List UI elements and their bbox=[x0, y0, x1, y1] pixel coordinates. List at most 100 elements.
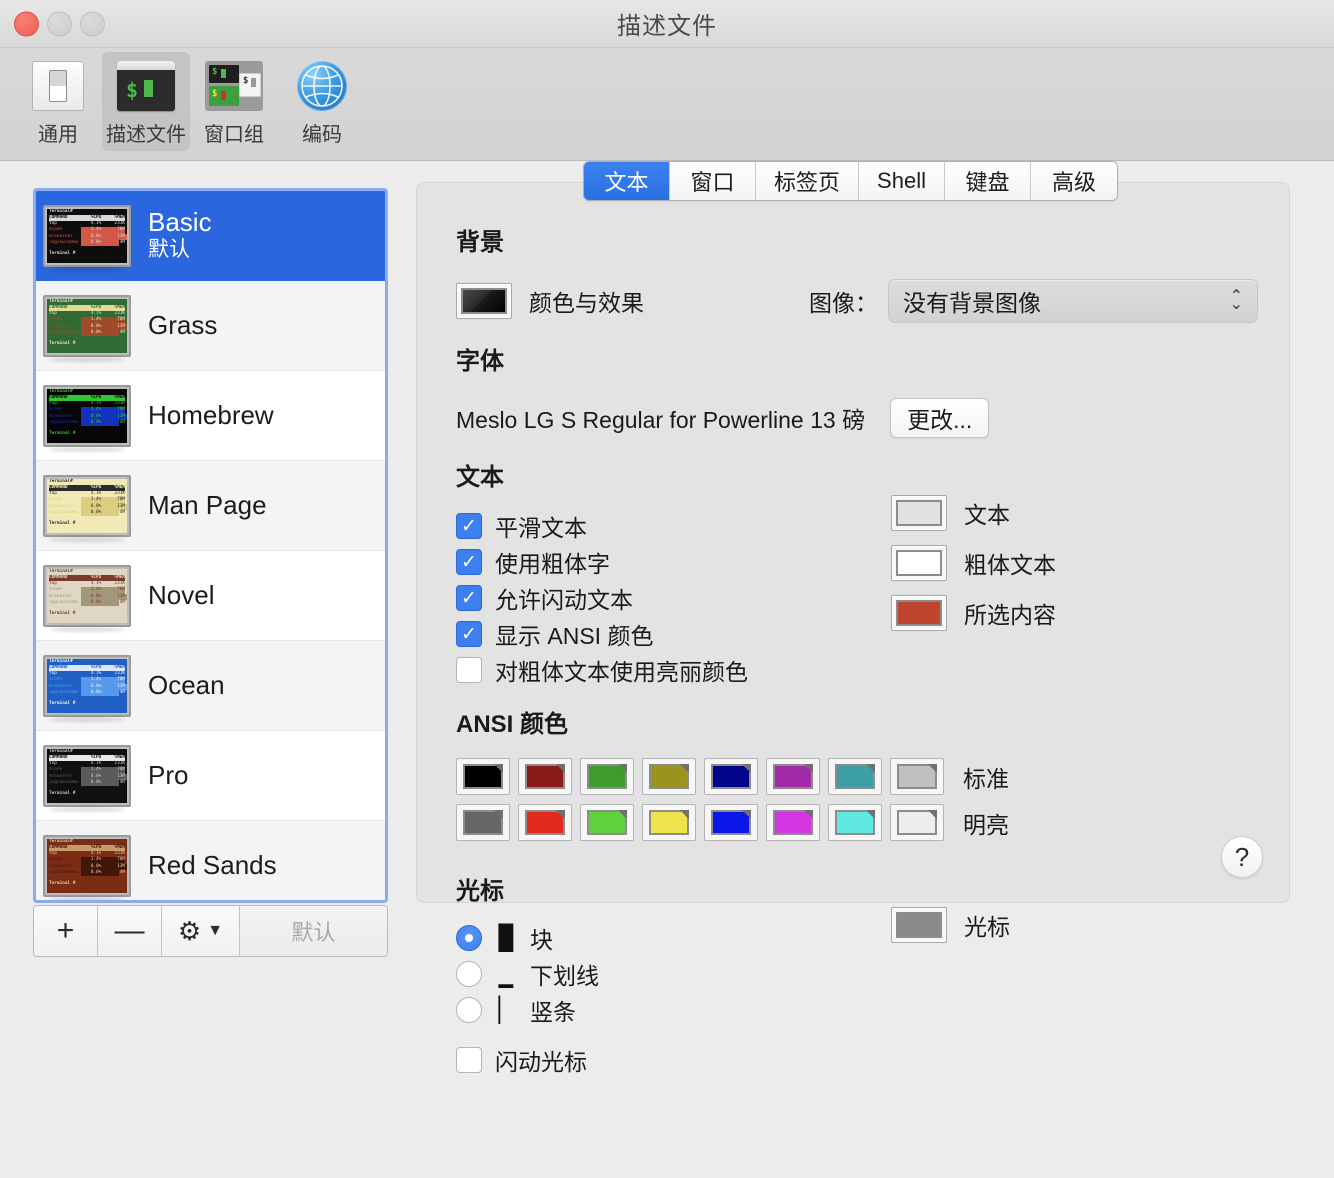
text-option-checkbox[interactable] bbox=[456, 657, 482, 683]
thumbnail-cell: 0.0% bbox=[90, 239, 102, 245]
toolbar-item-profiles[interactable]: $ 描述文件 bbox=[102, 52, 190, 151]
text-section-title: 文本 bbox=[456, 464, 504, 491]
ansi-normal-swatch[interactable] bbox=[828, 758, 882, 795]
profile-list[interactable]: Terminal# COMMAND %CPU %MEM top 4.1% 231K Xcode… bbox=[33, 188, 388, 903]
cursor-option-row[interactable]: ▏ 竖条 bbox=[456, 992, 599, 1028]
color-chip bbox=[897, 810, 937, 835]
background-image-popup[interactable]: 没有背景图像 ⌃ ⌄ bbox=[888, 279, 1258, 323]
ansi-normal-swatch[interactable] bbox=[766, 758, 820, 795]
minimize-button[interactable] bbox=[47, 11, 72, 36]
profile-name-column: Red Sands bbox=[148, 851, 277, 880]
text-color-well[interactable] bbox=[891, 595, 947, 631]
toolbar-item-label: 编码 bbox=[302, 124, 342, 146]
help-button[interactable]: ? bbox=[1221, 836, 1263, 878]
profile-list-item[interactable]: Terminal# COMMAND %CPU %MEM top 4.1% 231K Xcode… bbox=[36, 371, 385, 461]
cursor-option-radio[interactable] bbox=[456, 997, 482, 1023]
close-button[interactable] bbox=[14, 11, 39, 36]
ansi-bright-swatch[interactable] bbox=[766, 804, 820, 841]
zoom-button[interactable] bbox=[80, 11, 105, 36]
cursor-option-radio[interactable] bbox=[456, 961, 482, 987]
ansi-bright-swatch[interactable] bbox=[704, 804, 758, 841]
profile-list-item[interactable]: Terminal# COMMAND %CPU %MEM top 4.1% 231K Xcode… bbox=[36, 191, 385, 281]
ansi-normal-swatch[interactable] bbox=[518, 758, 572, 795]
background-color-well[interactable] bbox=[456, 283, 512, 319]
cursor-radio-group: █ 块 ▁ 下划线 ▏ 竖条 bbox=[456, 920, 599, 1028]
remove-profile-button[interactable]: — bbox=[98, 906, 162, 956]
text-option-checkbox[interactable] bbox=[456, 549, 482, 575]
text-section: 文本 平滑文本使用粗体字允许闪动文本显示 ANSI 颜色对粗体文本使用亮丽颜色 bbox=[456, 457, 748, 688]
profile-list-item[interactable]: Terminal# COMMAND %CPU %MEM top 4.1% 231K Xcode… bbox=[36, 731, 385, 821]
ansi-bright-swatch[interactable] bbox=[580, 804, 634, 841]
text-color-well[interactable] bbox=[891, 545, 947, 581]
tab-label: 文本 bbox=[604, 170, 649, 195]
thumbnail-row: loginwindow 0.0% 4M bbox=[47, 329, 127, 337]
add-profile-button[interactable]: + bbox=[34, 906, 98, 956]
profile-list-toolbar: + — ⚙ ▼ 默认 bbox=[33, 905, 388, 957]
cursor-blink-row[interactable]: 闪动光标 bbox=[456, 1042, 599, 1078]
profile-thumbnail: Terminal# COMMAND %CPU %MEM top 4.1% 231K Xcode… bbox=[43, 294, 131, 362]
text-option-row[interactable]: 允许闪动文本 bbox=[456, 580, 748, 616]
tab-1[interactable]: 文本 bbox=[584, 162, 670, 200]
thumbnail-prompt-bottom: Terminal # bbox=[49, 521, 76, 527]
text-option-checkbox[interactable] bbox=[456, 621, 482, 647]
profile-thumbnail: Terminal# COMMAND %CPU %MEM top 4.1% 231K Xcode… bbox=[43, 384, 131, 452]
ansi-normal-swatch[interactable] bbox=[704, 758, 758, 795]
tab-3[interactable]: 标签页 bbox=[756, 162, 860, 200]
ansi-normal-swatch[interactable] bbox=[642, 758, 696, 795]
ansi-bright-swatch[interactable] bbox=[828, 804, 882, 841]
ansi-bright-swatch[interactable] bbox=[642, 804, 696, 841]
profile-list-item[interactable]: Terminal# COMMAND %CPU %MEM top 4.1% 231K Xcode… bbox=[36, 821, 385, 900]
thumbnail-row: loginwindow 0.0% 4M bbox=[47, 689, 127, 697]
ansi-section: ANSI 颜色 标准 明亮 bbox=[456, 704, 1009, 841]
profile-list-item[interactable]: Terminal# COMMAND %CPU %MEM top 4.1% 231K Xcode… bbox=[36, 641, 385, 731]
cursor-option-label: 下划线 bbox=[530, 963, 599, 989]
profile-list-item[interactable]: Terminal# COMMAND %CPU %MEM top 4.1% 231K Xcode… bbox=[36, 551, 385, 641]
cursor-option-row[interactable]: █ 块 bbox=[456, 920, 599, 956]
profile-list-item[interactable]: Terminal# COMMAND %CPU %MEM top 4.1% 231K Xcode… bbox=[36, 461, 385, 551]
profile-name-column: Man Page bbox=[148, 491, 267, 520]
text-option-checkbox[interactable] bbox=[456, 585, 482, 611]
profile-thumbnail: Terminal# COMMAND %CPU %MEM top 4.1% 231K Xcode… bbox=[43, 204, 131, 272]
ansi-bright-swatch[interactable] bbox=[518, 804, 572, 841]
thumbnail-row: loginwindow 0.0% 4M bbox=[47, 239, 127, 247]
text-option-checkbox[interactable] bbox=[456, 513, 482, 539]
ansi-normal-swatch[interactable] bbox=[580, 758, 634, 795]
cursor-option-row[interactable]: ▁ 下划线 bbox=[456, 956, 599, 992]
tab-label: Shell bbox=[877, 168, 926, 193]
toolbar-item-window-groups[interactable]: 窗口组 bbox=[190, 52, 278, 151]
tab-bar[interactable]: 文本 窗口 标签页 Shell 键盘 高级 bbox=[583, 161, 1119, 201]
thumbnail-row: loginwindow 0.0% 4M bbox=[47, 869, 127, 877]
cursor-option-label: 块 bbox=[530, 927, 553, 953]
profile-actions-button[interactable]: ⚙ ▼ bbox=[162, 906, 240, 956]
profile-list-item[interactable]: Terminal# COMMAND %CPU %MEM top 4.1% 231K Xcode… bbox=[36, 281, 385, 371]
ansi-bright-swatch[interactable] bbox=[890, 804, 944, 841]
text-option-row[interactable]: 对粗体文本使用亮丽颜色 bbox=[456, 652, 748, 688]
change-font-button[interactable]: 更改... bbox=[890, 398, 990, 438]
cursor-shape-glyph: ▁ bbox=[498, 960, 514, 988]
ansi-bright-swatch[interactable] bbox=[456, 804, 510, 841]
text-color-swatch bbox=[896, 550, 942, 576]
text-option-row[interactable]: 使用粗体字 bbox=[456, 544, 748, 580]
tab-label: 标签页 bbox=[774, 170, 841, 195]
ansi-normal-swatch[interactable] bbox=[890, 758, 944, 795]
ansi-normal-swatch[interactable] bbox=[456, 758, 510, 795]
tab-5[interactable]: 键盘 bbox=[945, 162, 1032, 200]
set-default-button[interactable]: 默认 bbox=[240, 906, 387, 956]
cursor-color-well[interactable] bbox=[891, 907, 947, 943]
cursor-option-radio[interactable] bbox=[456, 925, 482, 951]
title-bar: 描述文件 bbox=[0, 0, 1334, 48]
tab-4[interactable]: Shell bbox=[859, 162, 946, 200]
blink-cursor-checkbox[interactable] bbox=[456, 1047, 482, 1073]
text-color-well[interactable] bbox=[891, 495, 947, 531]
toolbar-item-general[interactable]: 通用 bbox=[14, 52, 102, 151]
thumbnail-screen: Terminal# COMMAND %CPU %MEM top 4.1% 231K Xcode… bbox=[47, 568, 127, 623]
thumbnail-cell: 4M bbox=[119, 419, 125, 425]
text-option-row[interactable]: 显示 ANSI 颜色 bbox=[456, 616, 748, 652]
text-option-row[interactable]: 平滑文本 bbox=[456, 508, 748, 544]
profile-name: Pro bbox=[148, 760, 189, 791]
tab-6[interactable]: 高级 bbox=[1031, 162, 1118, 200]
toolbar-item-label: 窗口组 bbox=[204, 124, 264, 146]
toolbar-item-encodings[interactable]: 编码 bbox=[278, 52, 366, 151]
thumbnail-cell: 4M bbox=[119, 689, 125, 695]
tab-2[interactable]: 窗口 bbox=[670, 162, 756, 200]
